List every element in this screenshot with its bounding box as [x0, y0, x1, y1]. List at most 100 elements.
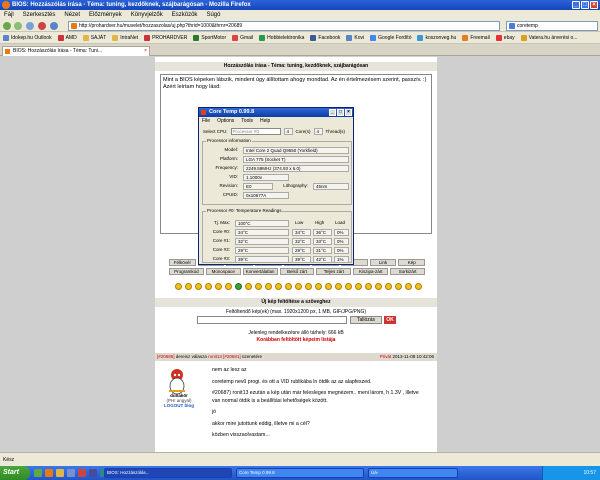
smiley-icon[interactable]	[295, 283, 302, 290]
ct-menu-tools[interactable]: Tools	[241, 118, 253, 124]
smiley-icon[interactable]	[205, 283, 212, 290]
maximize-button[interactable]: □	[581, 1, 589, 9]
smiley-icon[interactable]	[335, 283, 342, 290]
menu-tools[interactable]: Eszközök	[172, 10, 198, 20]
menu-edit[interactable]: Szerkesztés	[23, 10, 56, 20]
start-button[interactable]: Start	[0, 466, 30, 480]
uploaded-images-link[interactable]: Korábban feltöltött képeim listája	[155, 337, 437, 344]
desktop-icon[interactable]	[34, 469, 42, 477]
ct-menu-options[interactable]: Options	[217, 118, 234, 124]
bookmark-item[interactable]: Kovi	[346, 32, 364, 43]
forward-icon[interactable]	[14, 22, 22, 30]
tab-close-icon[interactable]: ×	[144, 47, 147, 56]
ct-menu-file[interactable]: File	[202, 118, 210, 124]
app-icon[interactable]	[89, 469, 97, 477]
smiley-icon[interactable]	[325, 283, 332, 290]
smiley-icon[interactable]	[405, 283, 412, 290]
smiley-icon[interactable]	[255, 283, 262, 290]
justify-button[interactable]: Sorkizárt	[390, 268, 426, 275]
link-button[interactable]: Link	[369, 259, 397, 266]
smiley-icon[interactable]	[215, 283, 222, 290]
bookmark-item[interactable]: AMD	[57, 32, 77, 43]
ct-close-button[interactable]: ×	[345, 109, 352, 116]
menu-history[interactable]: Előzmények	[89, 10, 122, 20]
smiley-icon[interactable]	[225, 283, 232, 290]
menu-help[interactable]: Súgó	[206, 10, 220, 20]
bookmark-item[interactable]: Vatera.hu árverési o...	[520, 32, 577, 43]
bookmark-item[interactable]: SAJÁT	[82, 32, 106, 43]
file-input[interactable]	[197, 316, 347, 324]
full-block-button[interactable]: Teljes zárt	[316, 268, 352, 275]
coretemp-titlebar[interactable]: Core Temp 0.99.8 _ □ ×	[199, 108, 353, 117]
app-icon[interactable]	[78, 469, 86, 477]
bookmark-item[interactable]: Idokep.hu Outlook	[3, 32, 52, 43]
smiley-icon[interactable]	[375, 283, 382, 290]
back-icon[interactable]	[3, 22, 11, 30]
ct-menu-help[interactable]: Help	[260, 118, 270, 124]
smiley-icon[interactable]	[395, 283, 402, 290]
home-icon[interactable]	[50, 22, 58, 30]
bookmark-item[interactable]: koszonveg.hu	[417, 32, 456, 43]
reply-to-user[interactable]: ronit13	[208, 354, 222, 359]
bookmark-item[interactable]: Facebook	[310, 32, 340, 43]
smiley-icon[interactable]	[365, 283, 372, 290]
cpu-select[interactable]: Processor #0	[230, 128, 281, 135]
smiley-icon[interactable]	[315, 283, 322, 290]
smiley-icon[interactable]	[305, 283, 312, 290]
menu-file[interactable]: Fájl	[4, 10, 14, 20]
ct-maximize-button[interactable]: □	[337, 109, 344, 116]
close-button[interactable]: ×	[590, 1, 598, 9]
bookmark-item[interactable]: PROHARDVER	[144, 32, 187, 43]
code-button[interactable]: Programkód	[169, 268, 204, 275]
reply-to-id[interactable]: [#20681]	[223, 354, 241, 359]
inner-block-button[interactable]: Belső zárt	[279, 268, 315, 275]
monospace-button[interactable]: Monospace	[205, 268, 241, 275]
smiley-icon[interactable]	[285, 283, 292, 290]
smiley-icon[interactable]	[345, 283, 352, 290]
private-link[interactable]: Privát	[380, 354, 392, 359]
smiley-icon[interactable]	[385, 283, 392, 290]
ct-minimize-button[interactable]: _	[329, 109, 336, 116]
comment-paragraph: nem az lesz az	[212, 367, 247, 373]
bookmark-item[interactable]: IntraNet	[112, 32, 138, 43]
firefox-icon	[2, 1, 10, 9]
search-input[interactable]: coretemp	[506, 21, 598, 31]
minimize-button[interactable]: _	[572, 1, 580, 9]
smiley-icon[interactable]	[235, 283, 242, 290]
smiley-icon[interactable]	[415, 283, 422, 290]
smiley-icon[interactable]	[275, 283, 282, 290]
upload-ok-button[interactable]: OK	[384, 316, 396, 324]
bold-button[interactable]: Félkövér	[169, 259, 196, 266]
smiley-icon[interactable]	[195, 283, 202, 290]
menu-view[interactable]: Nézet	[64, 10, 80, 20]
bookmark-item[interactable]: ebay	[495, 32, 515, 43]
taskbar-item-firefox[interactable]: BIOS: Hozzászólás...	[104, 468, 232, 478]
bookmark-item[interactable]: SportMotor	[193, 32, 226, 43]
smiley-icon[interactable]	[265, 283, 272, 290]
logout-blog-link[interactable]: LOGOUT blog	[159, 403, 199, 408]
smiley-icon[interactable]	[185, 283, 192, 290]
comment-id[interactable]: [#20685]	[157, 354, 175, 359]
reload-icon[interactable]	[26, 22, 34, 30]
taskbar-item-coretemp[interactable]: Core Temp 0.99.8	[236, 468, 364, 478]
firefox-launch-icon[interactable]	[45, 469, 53, 477]
image-button[interactable]: Kép	[398, 259, 426, 266]
bookmark-item[interactable]: Google Fordító	[370, 32, 411, 43]
bookmark-item[interactable]: Freemail	[462, 32, 490, 43]
taskbar-item-other[interactable]: Úá-	[368, 468, 458, 478]
url-bar[interactable]: http://prohardver.hu/muvelet/hozzaszolas…	[68, 21, 500, 31]
explorer-icon[interactable]	[56, 469, 64, 477]
media-icon[interactable]	[67, 469, 75, 477]
menu-bookmarks[interactable]: Könyvjelzők	[131, 10, 163, 20]
block-button[interactable]: Kiszipa-zárt	[353, 268, 389, 275]
raw-button[interactable]: Konvertálatlan	[242, 268, 278, 275]
browse-button[interactable]: Tallózás	[350, 316, 382, 324]
stop-icon[interactable]	[38, 22, 46, 30]
tab-active[interactable]: BIOS: Hozzászólás írása - Téma: Tuni... …	[2, 46, 150, 56]
smiley-icon[interactable]	[245, 283, 252, 290]
smiley-icon[interactable]	[175, 283, 182, 290]
smiley-icon[interactable]	[355, 283, 362, 290]
bookmark-item[interactable]: Gmail	[232, 32, 253, 43]
bookmark-item[interactable]: Hobbielektronika	[259, 32, 304, 43]
comment-author[interactable]: dereisz	[176, 354, 191, 359]
